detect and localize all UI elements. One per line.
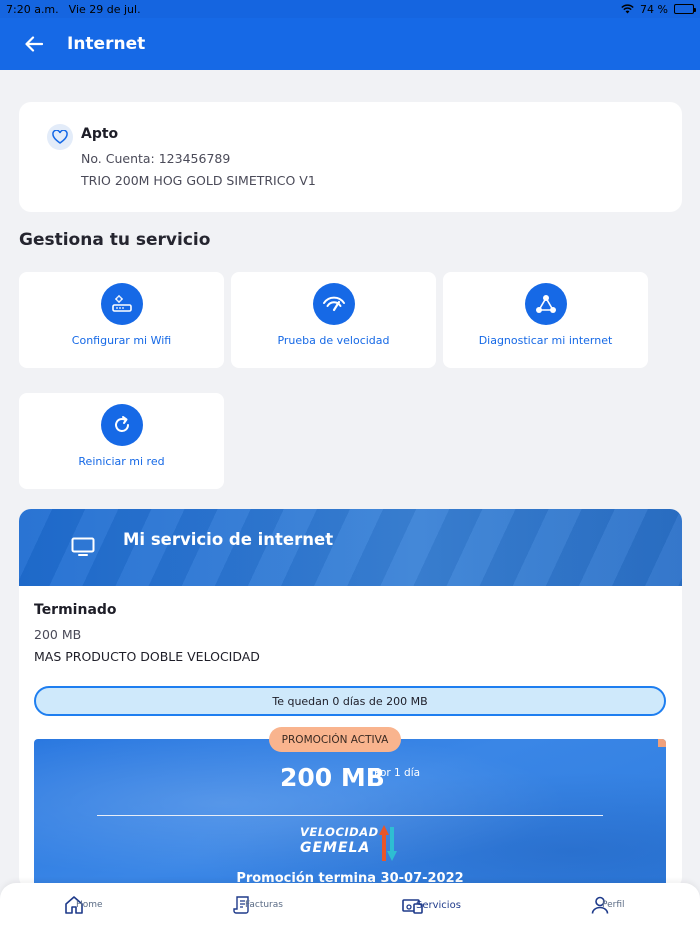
arrow-left-icon <box>25 36 43 52</box>
favorite-button[interactable] <box>47 124 73 150</box>
battery-icon <box>674 4 696 14</box>
page-title: Internet <box>67 34 146 54</box>
logo-line2: GEMELA <box>300 840 371 856</box>
heart-icon <box>52 130 68 144</box>
network-icon <box>535 295 556 313</box>
status-right: 74 % <box>621 2 696 16</box>
status-bar: 7:20 a.m. Vie 29 de jul. 74 % <box>0 0 700 18</box>
speedometer-icon-circle <box>312 283 355 325</box>
banner-photo <box>19 509 682 586</box>
nav-label-invoices: Facturas <box>245 900 283 910</box>
bottom-nav: Home Facturas Servicios Perfil <box>0 883 700 934</box>
nav-label-services: Servicios <box>416 899 461 911</box>
nav-invoices[interactable]: Facturas <box>233 895 283 915</box>
tile-label: Configurar mi Wifi <box>71 334 172 347</box>
router-icon-circle <box>100 283 143 325</box>
remaining-days-text: Te quedan 0 días de 200 MB <box>272 694 428 708</box>
manage-section-title: Gestiona tu servicio <box>19 230 211 250</box>
nav-label-home: Home <box>76 900 103 910</box>
refresh-icon <box>114 416 129 432</box>
account-number: No. Cuenta: 123456789 <box>81 151 231 166</box>
account-name: Apto <box>81 126 119 142</box>
tile-diagnose-internet[interactable]: Diagnosticar mi internet <box>443 272 648 368</box>
service-title: Mi servicio de internet <box>123 530 334 549</box>
status-time: 7:20 a.m. <box>6 2 59 16</box>
internet-service-card: Mi servicio de internet Terminado 200 MB… <box>19 509 682 889</box>
account-plan: TRIO 200M HOG GOLD SIMETRICO V1 <box>81 173 316 188</box>
account-card[interactable]: Apto No. Cuenta: 123456789 TRIO 200M HOG… <box>19 102 682 212</box>
promo-banner[interactable]: 200 MB Por 1 día VELOCIDAD GEMELA Promoc… <box>34 739 666 889</box>
promo-amount: 200 MB <box>280 763 385 792</box>
nav-label-profile: Perfil <box>602 900 625 910</box>
service-status: Terminado <box>34 602 117 618</box>
promo-photo <box>34 739 666 889</box>
nav-home[interactable]: Home <box>64 895 103 915</box>
tile-restart-network[interactable]: Reiniciar mi red <box>19 393 224 489</box>
wifi-icon <box>621 4 634 14</box>
logo-line1: VELOCIDAD <box>300 825 379 839</box>
service-size: 200 MB <box>34 627 82 642</box>
twin-arrow-icon <box>379 825 397 861</box>
status-date: Vie 29 de jul. <box>68 2 141 16</box>
promo-active-badge: PROMOCIÓN ACTIVA <box>269 727 401 752</box>
service-banner: Mi servicio de internet <box>19 509 682 586</box>
speedometer-icon <box>322 296 345 312</box>
network-icon-circle <box>524 283 567 325</box>
router-icon <box>111 295 132 312</box>
tv-icon <box>71 537 95 556</box>
service-product: MAS PRODUCTO DOBLE VELOCIDAD <box>34 649 260 664</box>
app-header: Internet <box>0 18 700 70</box>
nav-services[interactable]: Servicios <box>402 895 461 915</box>
tile-configure-wifi[interactable]: Configurar mi Wifi <box>19 272 224 368</box>
promo-corner <box>658 739 666 747</box>
remaining-days-pill: Te quedan 0 días de 200 MB <box>34 686 666 716</box>
tile-label: Reiniciar mi red <box>78 455 165 468</box>
tile-label: Prueba de velocidad <box>277 334 390 347</box>
tile-speed-test[interactable]: Prueba de velocidad <box>231 272 436 368</box>
refresh-icon-circle <box>100 404 143 446</box>
velocidad-gemela-logo: VELOCIDAD GEMELA <box>300 821 410 861</box>
tile-label: Diagnosticar mi internet <box>478 334 613 347</box>
battery-percent: 74 % <box>640 2 668 16</box>
promo-badge-label: PROMOCIÓN ACTIVA <box>281 733 389 746</box>
nav-profile[interactable]: Perfil <box>590 895 625 915</box>
promo-divider <box>97 815 603 816</box>
promo-period: Por 1 día <box>374 767 421 779</box>
back-button[interactable] <box>19 29 49 59</box>
